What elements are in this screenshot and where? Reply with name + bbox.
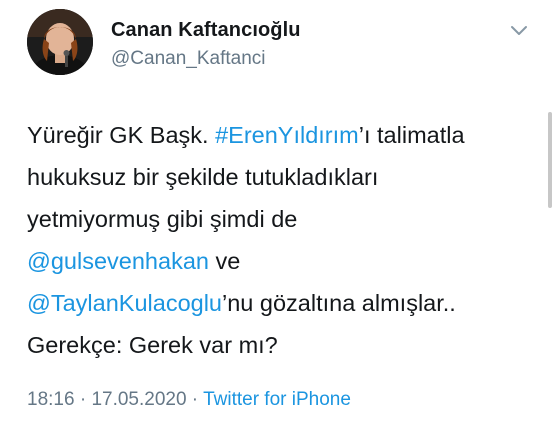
mention-link[interactable]: @gulsevenhakan	[27, 248, 209, 274]
chevron-down-icon[interactable]	[510, 24, 528, 36]
tweet-card: Canan Kaftancıoğlu @Canan_Kaftanci Yüreğ…	[0, 0, 555, 432]
author-name[interactable]: Canan Kaftancıoğlu	[111, 19, 301, 42]
tweet-line: @gulsevenhakan ve	[27, 240, 547, 282]
tweet-meta: 18:16 · 17.05.2020 · Twitter for iPhone	[27, 389, 351, 411]
avatar-image	[27, 9, 93, 75]
tweet-text-segment: Yüreğir GK Başk.	[27, 122, 216, 148]
tweet-time[interactable]: 18:16	[27, 389, 75, 410]
meta-separator: ·	[74, 389, 92, 410]
tweet-line: Gerekçe: Gerek var mı?	[27, 332, 278, 358]
hashtag-link[interactable]: #ErenYıldırım	[215, 122, 359, 148]
scrollbar[interactable]	[548, 112, 552, 208]
tweet-line: @TaylanKulacoglu’nu gözaltına almışlar..	[27, 282, 547, 324]
avatar[interactable]	[27, 9, 93, 75]
mention-link[interactable]: @TaylanKulacoglu	[27, 290, 222, 316]
tweet-line: hukuksuz bir şekilde tutukladıkları	[27, 164, 379, 190]
author-handle[interactable]: @Canan_Kaftanci	[111, 48, 266, 70]
tweet-line: Yüreğir GK Başk. #ErenYıldırım’ı talimat…	[27, 114, 547, 156]
meta-separator: ·	[186, 389, 204, 410]
tweet-line: yetmiyormuş gibi şimdi de	[27, 206, 298, 232]
tweet-text: Yüreğir GK Başk. #ErenYıldırım’ı talimat…	[27, 114, 547, 366]
tweet-text-segment: ’ı talimatla	[358, 122, 465, 148]
tweet-source-link[interactable]: Twitter for iPhone	[203, 389, 351, 410]
tweet-text-segment: ’nu gözaltına almışlar..	[222, 290, 456, 316]
tweet-date[interactable]: 17.05.2020	[91, 389, 186, 410]
tweet-text-segment: ve	[208, 248, 241, 274]
